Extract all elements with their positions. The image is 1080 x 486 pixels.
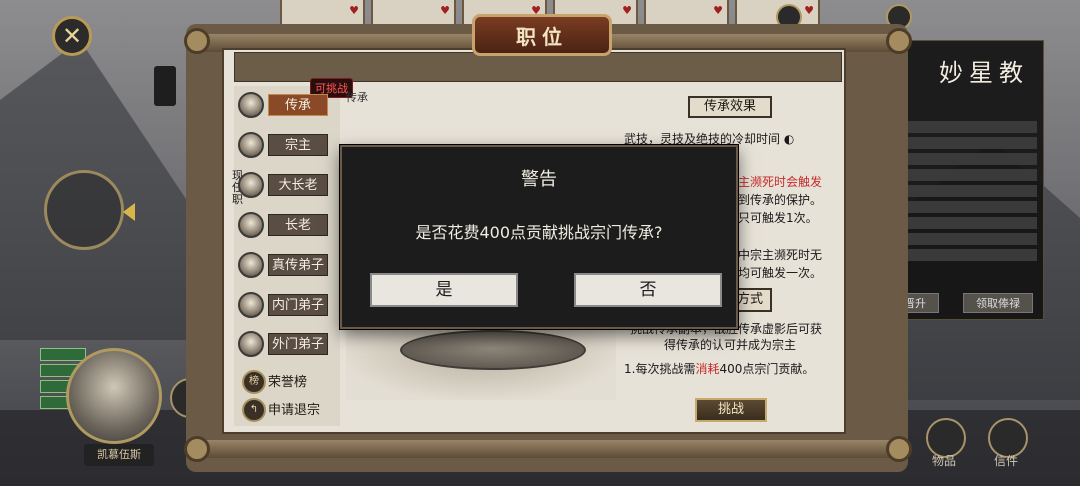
letters-label[interactable]: 信件: [994, 452, 1018, 469]
cost-line: 1.每次挑战需消耗400点宗门贡献。: [624, 360, 814, 377]
rank-avatar: [238, 212, 264, 238]
scroll-rod-bottom: [196, 440, 900, 458]
sidebar-item-elder[interactable]: 长老: [234, 210, 340, 240]
map-marker[interactable]: [154, 66, 176, 106]
sidebar-item-label: 传承: [268, 94, 328, 116]
sidebar-item-grand-elder[interactable]: 大长老: [234, 170, 340, 200]
cost-red: 消耗: [695, 362, 720, 376]
close-icon[interactable]: ✕: [52, 16, 92, 56]
confirm-yes-button[interactable]: 是: [370, 273, 518, 307]
effect-line-d: 均可触发一次。: [738, 266, 823, 280]
inheritance-platform: [400, 330, 586, 370]
cost-prefix: 1.每次挑战需: [624, 362, 696, 376]
rank-avatar: [238, 292, 264, 318]
status-tab[interactable]: [40, 348, 86, 361]
cooldown-icon: ◐: [783, 132, 795, 146]
inheritance-effect-button[interactable]: 传承效果: [688, 96, 772, 118]
heart-icon: ♥: [622, 4, 632, 17]
scroll-knob: [184, 436, 210, 462]
rank-avatar: [238, 331, 264, 357]
sect-name: 妙星教: [939, 59, 1029, 87]
sidebar-item-label: 大长老: [268, 174, 328, 196]
sidebar-item-label: 宗主: [268, 134, 328, 156]
confirm-no-button[interactable]: 否: [574, 273, 722, 307]
heart-icon: ♥: [349, 4, 359, 17]
sidebar-item-label: 内门弟子: [268, 294, 328, 316]
return-arrow-icon: ↰: [242, 398, 266, 422]
sidebar-item-inheritance[interactable]: 传承: [234, 90, 340, 120]
effect-trigger-text: 主濒死时会触发: [738, 175, 823, 189]
dialog-message: 是否花费400点贡献挑战宗门传承?: [415, 223, 663, 242]
scroll-knob: [886, 28, 912, 54]
honor-board-icon: 榜: [242, 370, 266, 394]
scroll-knob: [886, 436, 912, 462]
sidebar-item-label: 长老: [268, 214, 328, 236]
sidebar-item-label: 外门弟子: [268, 333, 328, 355]
rule-line-2: 得传承的认可并成为宗主: [664, 338, 797, 352]
sidebar-item-label: 真传弟子: [268, 254, 328, 276]
cost-suffix: 400点宗门贡献。: [719, 362, 815, 376]
inheritance-avatar: [238, 92, 264, 118]
warning-dialog: 警告 是否花费400点贡献挑战宗门传承? 是 否: [340, 145, 738, 329]
rank-avatar: [238, 132, 264, 158]
leave-sect-label: 申请退宗: [268, 403, 321, 418]
window-title: 职位: [472, 14, 612, 56]
effect-protect-text: 到传承的保护。: [738, 193, 823, 207]
honor-board-button[interactable]: 榜 荣誉榜: [234, 368, 340, 398]
heart-icon: ♥: [440, 4, 450, 17]
sidebar-item-inner-disciple[interactable]: 内门弟子: [234, 290, 340, 320]
honor-board-label: 荣誉榜: [268, 375, 308, 390]
heart-icon: ♥: [713, 4, 723, 17]
sidebar-item-outer-disciple[interactable]: 外门弟子: [234, 329, 340, 359]
scroll-knob: [184, 28, 210, 54]
effect-once-text: 只可触发1次。: [738, 211, 818, 225]
salary-button[interactable]: 领取俸禄: [963, 293, 1033, 313]
rank-avatar: [238, 172, 264, 198]
rank-avatar: [238, 252, 264, 278]
player-name: 凯慕伍斯: [84, 444, 154, 466]
heart-icon: ♥: [804, 4, 814, 17]
effect-line-text: 武技，灵技及绝技的冷却时间: [624, 132, 781, 146]
inheritance-tag: 传承: [346, 91, 368, 104]
sidebar-item-sect-master[interactable]: 宗主: [234, 130, 340, 160]
leave-sect-button[interactable]: ↰ 申请退宗: [234, 396, 340, 426]
player-avatar[interactable]: [66, 348, 162, 444]
challenge-button[interactable]: 挑战: [695, 398, 767, 422]
sidebar-item-true-disciple[interactable]: 真传弟子: [234, 250, 340, 280]
effect-line-c: 中宗主濒死时无: [738, 248, 823, 262]
dialog-title: 警告: [521, 169, 557, 190]
direction-joystick[interactable]: [44, 170, 135, 250]
items-label[interactable]: 物品: [932, 452, 956, 469]
